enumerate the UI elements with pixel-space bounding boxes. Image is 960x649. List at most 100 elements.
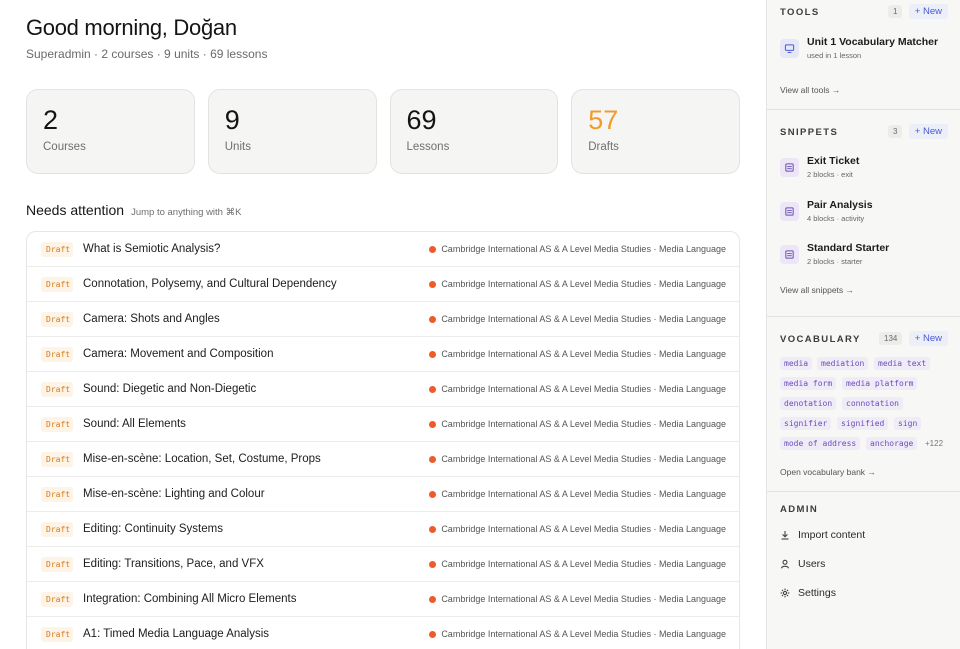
status-dot-icon (429, 315, 437, 323)
stat-card-units[interactable]: 9 Units (207, 89, 377, 174)
view-all-tools-link[interactable]: View all tools → (780, 85, 840, 95)
admin-section: ADMIN Import content Users Settings (767, 492, 960, 649)
download-icon (780, 530, 790, 540)
table-row[interactable]: Draft A1: Timed Media Language Analysis Ca… (27, 617, 739, 649)
page-title: Good morning, Doğan (26, 15, 237, 40)
users-link[interactable]: Users (780, 558, 825, 570)
course-path: Cambridge International AS & A Level Med… (441, 384, 726, 394)
vocabulary-section: VOCABULARY 134 + New media mediation med… (767, 317, 960, 492)
import-content-link[interactable]: Import content (780, 529, 865, 541)
vocab-chip[interactable]: sign (894, 417, 922, 430)
lesson-title: What is Semiotic Analysis? (83, 243, 221, 255)
status-dot-icon (429, 245, 437, 253)
vocab-chip[interactable]: connotation (842, 397, 903, 410)
course-path: Cambridge International AS & A Level Med… (441, 489, 726, 499)
status-badge: Draft (41, 451, 73, 467)
status-badge: Draft (41, 486, 73, 502)
page-subtitle: Superadmin · 2 courses · 9 units · 69 le… (26, 47, 268, 61)
lesson-title: Editing: Transitions, Pace, and VFX (83, 558, 264, 570)
tool-item[interactable]: Unit 1 Vocabulary Matcher used in 1 less… (780, 35, 938, 60)
lesson-title: Integration: Combining All Micro Element… (83, 593, 297, 605)
stat-label: Courses (43, 141, 86, 153)
table-row[interactable]: Draft What is Semiotic Analysis? Cambridge… (27, 232, 739, 267)
table-row[interactable]: Draft Sound: Diegetic and Non-Diegetic Cam… (27, 372, 739, 407)
stat-value: 9 (224, 105, 240, 135)
course-path: Cambridge International AS & A Level Med… (441, 349, 726, 359)
course-path: Cambridge International AS & A Level Med… (441, 314, 726, 324)
vocab-chip[interactable]: media text (874, 357, 931, 370)
course-path: Cambridge International AS & A Level Med… (441, 419, 726, 429)
vocab-chip[interactable]: mediation (817, 357, 869, 370)
course-meta: Cambridge International AS & A Level Med… (429, 524, 726, 534)
status-badge: Draft (41, 556, 73, 572)
lesson-title: Mise-en-scène: Lighting and Colour (83, 488, 265, 500)
course-path: Cambridge International AS & A Level Med… (441, 454, 726, 464)
user-icon (780, 559, 790, 569)
course-path: Cambridge International AS & A Level Med… (441, 244, 726, 254)
table-row[interactable]: Draft Sound: All Elements Cambridge Intern… (27, 407, 739, 442)
stat-card-drafts[interactable]: 57 Drafts (571, 89, 740, 174)
course-meta: Cambridge International AS & A Level Med… (429, 419, 726, 429)
status-badge: Draft (41, 521, 73, 537)
status-badge: Draft (41, 626, 73, 642)
new-snippet-button[interactable]: + New (908, 124, 948, 139)
status-dot-icon (429, 350, 437, 358)
course-meta: Cambridge International AS & A Level Med… (429, 594, 726, 604)
table-row[interactable]: Draft Mise-en-scène: Location, Set, Costu… (27, 442, 739, 477)
stack-icon (780, 245, 799, 264)
vocab-chip[interactable]: signified (837, 417, 889, 430)
status-dot-icon (429, 420, 437, 428)
table-row[interactable]: Draft Connotation, Polysemy, and Cultural… (27, 267, 739, 302)
status-dot-icon (429, 525, 437, 533)
attention-list: Draft What is Semiotic Analysis? Cambridge… (26, 231, 740, 649)
table-row[interactable]: Draft Editing: Continuity Systems Cambridg… (27, 512, 739, 547)
table-row[interactable]: Draft Integration: Combining All Micro El… (27, 582, 739, 617)
table-row[interactable]: Draft Editing: Transitions, Pace, and VFX… (27, 547, 739, 582)
monitor-icon (780, 39, 799, 58)
settings-link[interactable]: Settings (780, 587, 836, 599)
vocab-chip[interactable]: denotation (780, 397, 837, 410)
status-dot-icon (429, 560, 437, 568)
vocab-more-count[interactable]: +122 (925, 439, 943, 448)
status-dot-icon (429, 385, 437, 393)
table-row[interactable]: Draft Camera: Movement and Composition Cam… (27, 337, 739, 372)
course-path: Cambridge International AS & A Level Med… (441, 594, 726, 604)
snippet-item[interactable]: Standard Starter 2 blocks · starter (780, 241, 889, 266)
status-badge: Draft (41, 381, 73, 397)
stat-label: Drafts (588, 141, 619, 153)
snippet-name: Standard Starter (807, 242, 890, 254)
shortcut-hint: Jump to anything with ⌘K (131, 207, 242, 218)
snippet-item[interactable]: Pair Analysis 4 blocks · activity (780, 198, 873, 223)
status-badge: Draft (41, 416, 73, 432)
status-badge: Draft (41, 241, 73, 257)
status-dot-icon (429, 630, 437, 638)
vocab-chip[interactable]: mode of address (780, 437, 861, 450)
stat-label: Lessons (406, 141, 450, 153)
needs-attention-header: Needs attention Jump to anything with ⌘K (26, 202, 241, 218)
stat-card-lessons[interactable]: 69 Lessons (389, 89, 559, 174)
vocab-chip[interactable]: media form (780, 377, 837, 390)
new-tool-button[interactable]: + New (908, 4, 948, 19)
admin-item-label: Settings (798, 587, 836, 599)
stat-value: 57 (588, 105, 619, 135)
course-meta: Cambridge International AS & A Level Med… (429, 244, 726, 254)
admin-item-label: Import content (798, 529, 866, 541)
new-vocabulary-button[interactable]: + New (908, 331, 948, 346)
vocab-chip[interactable]: anchorage (866, 437, 918, 450)
stat-card-courses[interactable]: 2 Courses (26, 89, 195, 174)
vocab-chip[interactable]: media (780, 357, 813, 370)
dashboard-main: Good morning, Doğan Superadmin · 2 cours… (0, 0, 766, 649)
open-vocabulary-bank-link[interactable]: Open vocabulary bank → (780, 467, 876, 477)
tool-name: Unit 1 Vocabulary Matcher (807, 36, 939, 48)
section-title: SNIPPETS (780, 127, 839, 138)
section-title: VOCABULARY (780, 334, 861, 345)
table-row[interactable]: Draft Camera: Shots and Angles Cambridge I… (27, 302, 739, 337)
status-badge: Draft (41, 346, 73, 362)
snippet-item[interactable]: Exit Ticket 2 blocks · exit (780, 154, 859, 179)
view-all-snippets-link[interactable]: View all snippets → (780, 285, 854, 295)
vocab-chip[interactable]: media platform (842, 377, 918, 390)
table-row[interactable]: Draft Mise-en-scène: Lighting and Colour C… (27, 477, 739, 512)
status-dot-icon (429, 455, 437, 463)
vocab-chip[interactable]: signifier (780, 417, 832, 430)
status-dot-icon (429, 490, 437, 498)
